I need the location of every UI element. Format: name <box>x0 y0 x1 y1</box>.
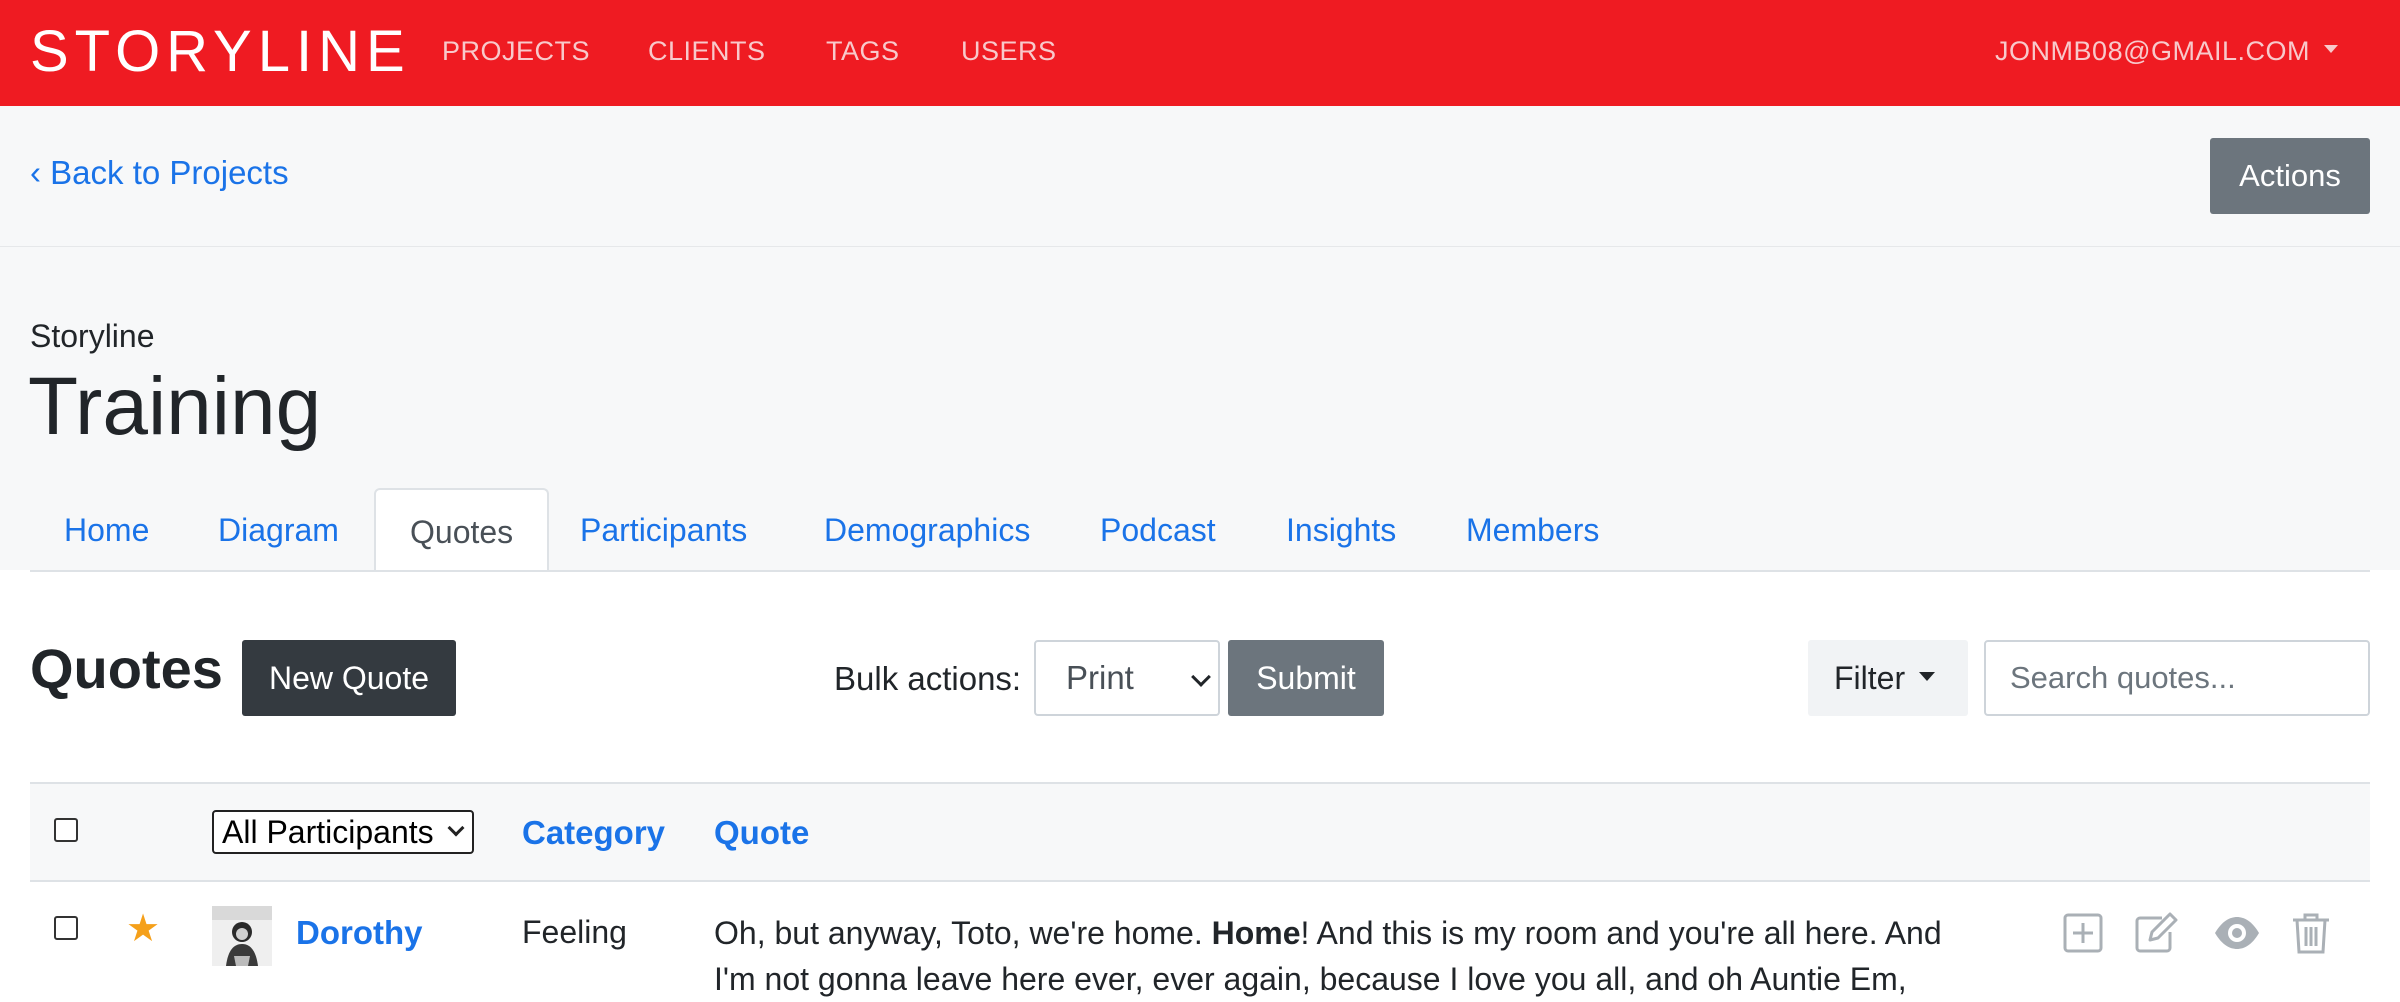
add-icon[interactable] <box>2060 910 2106 956</box>
new-quote-button[interactable]: New Quote <box>242 640 456 716</box>
participant-link[interactable]: Dorothy <box>296 914 423 952</box>
back-to-projects-link[interactable]: ‹ Back to Projects <box>30 154 289 192</box>
avatar <box>212 906 272 966</box>
quote-highlight: Home <box>1211 915 1301 951</box>
quotes-heading: Quotes <box>30 637 223 700</box>
tab-participants[interactable]: Participants <box>546 488 781 572</box>
select-all-checkbox[interactable] <box>54 818 78 842</box>
user-menu-dropdown[interactable]: JONMB08@GMAIL.COM <box>1995 36 2338 67</box>
view-icon[interactable] <box>2212 910 2262 956</box>
brand-logo[interactable]: STORYLINE <box>30 22 411 82</box>
chevron-down-icon <box>447 819 465 837</box>
tab-members[interactable]: Members <box>1432 488 1633 572</box>
chevron-down-icon <box>1191 667 1211 687</box>
delete-icon[interactable] <box>2288 910 2334 956</box>
filter-dropdown-button[interactable]: Filter <box>1808 640 1968 716</box>
filter-label: Filter <box>1834 659 1906 696</box>
quote-text-start: Oh, but anyway, Toto, we're home. <box>714 915 1212 951</box>
caret-down-icon <box>2324 44 2338 53</box>
top-navbar: STORYLINE PROJECTS CLIENTS TAGS USERS JO… <box>0 0 2400 106</box>
row-checkbox[interactable] <box>54 916 78 940</box>
nav-clients[interactable]: CLIENTS <box>648 36 766 67</box>
actions-button[interactable]: Actions <box>2210 138 2370 214</box>
star-icon[interactable]: ★ <box>126 910 160 948</box>
org-name: Storyline <box>30 318 155 354</box>
bulk-actions-select[interactable]: Print <box>1034 640 1220 716</box>
nav-projects[interactable]: PROJECTS <box>442 36 590 67</box>
quote-cell: Oh, but anyway, Toto, we're home. Home! … <box>714 910 1984 1002</box>
participants-filter-selected: All Participants <box>222 814 434 850</box>
tab-diagram[interactable]: Diagram <box>184 488 373 572</box>
header-divider <box>0 246 2400 247</box>
tab-home[interactable]: Home <box>30 488 183 572</box>
tabs-border <box>30 570 2370 572</box>
category-cell: Feeling <box>522 914 627 950</box>
category-column-header[interactable]: Category <box>522 814 665 852</box>
search-quotes-input[interactable] <box>1984 640 2370 716</box>
tab-insights[interactable]: Insights <box>1252 488 1430 572</box>
project-tabs: Home Diagram Quotes Participants Demogra… <box>30 488 2370 572</box>
nav-users[interactable]: USERS <box>961 36 1057 67</box>
quote-column-header[interactable]: Quote <box>714 814 809 852</box>
bulk-actions-selected: Print <box>1066 659 1134 696</box>
tab-quotes[interactable]: Quotes <box>374 488 550 572</box>
tab-demographics[interactable]: Demographics <box>790 488 1064 572</box>
submit-button[interactable]: Submit <box>1228 640 1384 716</box>
bulk-actions-label: Bulk actions: <box>834 660 1022 697</box>
edit-icon[interactable] <box>2132 910 2178 956</box>
user-email: JONMB08@GMAIL.COM <box>1995 36 2310 66</box>
caret-down-icon <box>1919 671 1936 681</box>
tab-podcast[interactable]: Podcast <box>1066 488 1250 572</box>
page-title: Training <box>28 361 322 452</box>
participants-filter-select[interactable]: All Participants <box>212 810 474 854</box>
nav-tags[interactable]: TAGS <box>826 36 900 67</box>
